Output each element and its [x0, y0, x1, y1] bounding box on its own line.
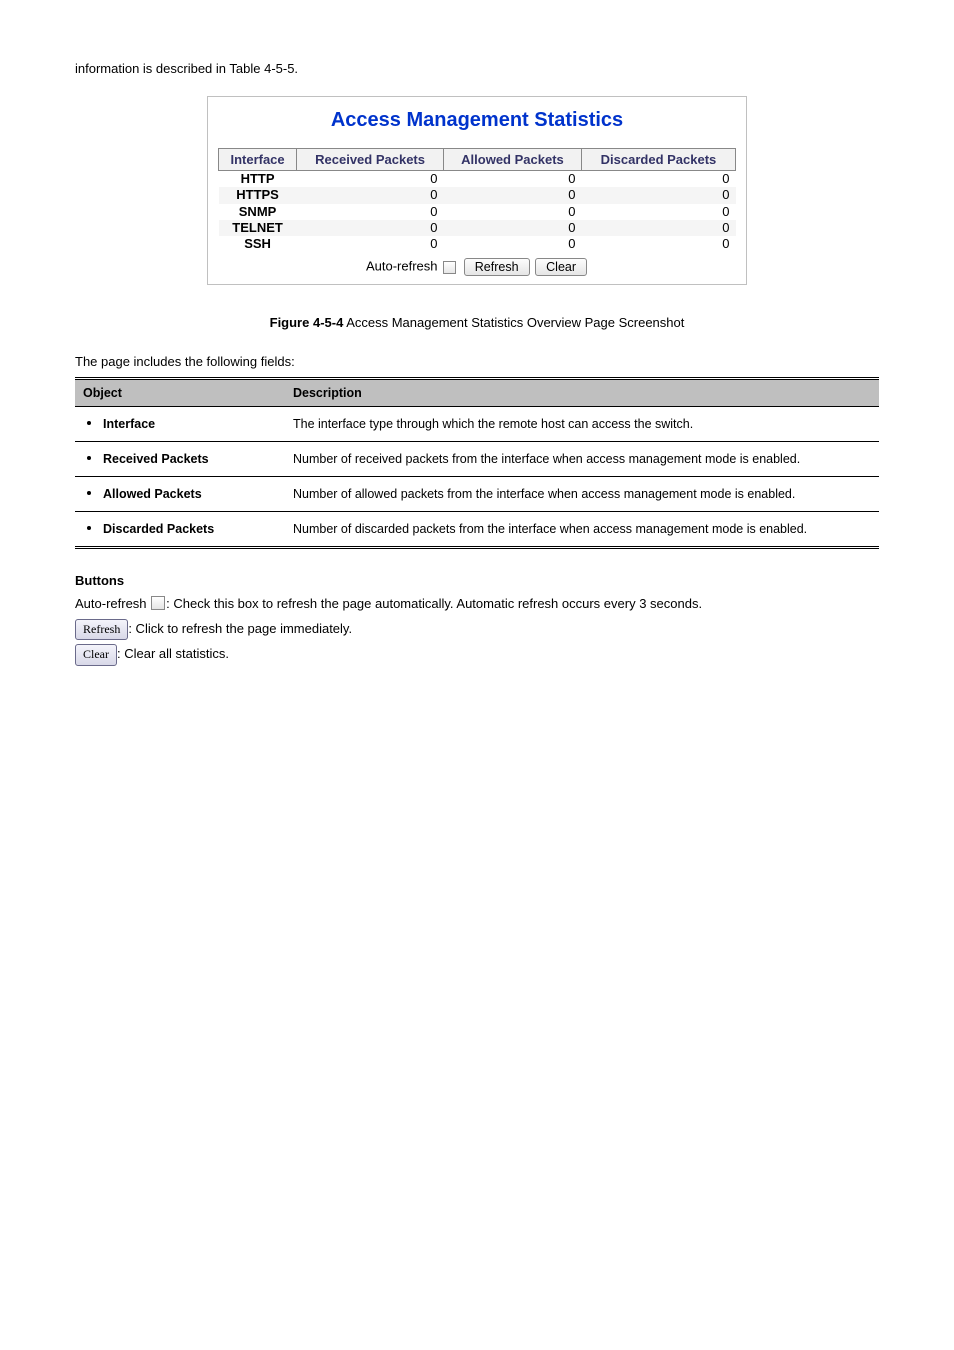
cell-received: 0 — [297, 220, 444, 236]
cell-discarded: 0 — [581, 204, 735, 220]
cell-discarded: 0 — [581, 171, 735, 188]
auto-refresh-desc: : Check this box to refresh the page aut… — [166, 596, 702, 611]
cell-received: 0 — [297, 204, 444, 220]
cell-interface: SNMP — [219, 204, 297, 220]
table-row: Allowed Packets Number of allowed packet… — [75, 477, 879, 512]
figure-controls: Auto-refresh Refresh Clear — [218, 258, 736, 276]
col-allowed: Allowed Packets — [444, 149, 582, 171]
clear-button-inline[interactable]: Clear — [75, 644, 117, 665]
table-row: SNMP 0 0 0 — [219, 204, 736, 220]
cell-interface: HTTP — [219, 171, 297, 188]
object-name: Received Packets — [103, 452, 209, 466]
table-row: TELNET 0 0 0 — [219, 220, 736, 236]
explain-intro: The page includes the following fields: — [75, 354, 879, 369]
cell-received: 0 — [297, 236, 444, 252]
auto-refresh-checkbox[interactable] — [443, 261, 456, 274]
cell-received: 0 — [297, 171, 444, 188]
statistics-table: Interface Received Packets Allowed Packe… — [218, 148, 736, 252]
cell-interface: HTTPS — [219, 187, 297, 203]
bullet-icon — [87, 491, 91, 495]
object-desc: Number of allowed packets from the inter… — [285, 477, 879, 512]
auto-refresh-checkbox-inline[interactable] — [151, 596, 165, 610]
buttons-heading: Buttons — [75, 573, 879, 588]
table-row: Received Packets Number of received pack… — [75, 442, 879, 477]
col-object: Object — [75, 379, 285, 407]
object-name: Discarded Packets — [103, 522, 214, 536]
table-row: HTTPS 0 0 0 — [219, 187, 736, 203]
refresh-button-inline[interactable]: Refresh — [75, 619, 128, 640]
col-discarded: Discarded Packets — [581, 149, 735, 171]
col-interface: Interface — [219, 149, 297, 171]
object-name: Allowed Packets — [103, 487, 202, 501]
buttons-section: Buttons Auto-refresh : Check this box to… — [75, 573, 879, 665]
cell-allowed: 0 — [444, 236, 582, 252]
bullet-icon — [87, 526, 91, 530]
table-row: SSH 0 0 0 — [219, 236, 736, 252]
auto-refresh-text: Auto-refresh — [75, 596, 150, 611]
object-desc: The interface type through which the rem… — [285, 407, 879, 442]
figure-caption-text: Access Management Statistics Overview Pa… — [343, 315, 684, 330]
refresh-button[interactable]: Refresh — [464, 258, 530, 276]
statistics-figure: Access Management Statistics Interface R… — [207, 96, 747, 285]
table-row: Interface The interface type through whi… — [75, 407, 879, 442]
col-description: Description — [285, 379, 879, 407]
figure-caption-number: Figure 4-5-4 — [270, 315, 344, 330]
clear-button[interactable]: Clear — [535, 258, 587, 276]
col-received: Received Packets — [297, 149, 444, 171]
cell-allowed: 0 — [444, 171, 582, 188]
cell-discarded: 0 — [581, 220, 735, 236]
intro-text: information is described in Table 4-5-5. — [75, 60, 879, 78]
cell-discarded: 0 — [581, 187, 735, 203]
figure-caption: Figure 4-5-4 Access Management Statistic… — [75, 315, 879, 330]
cell-allowed: 0 — [444, 220, 582, 236]
object-desc: Number of received packets from the inte… — [285, 442, 879, 477]
object-desc: Number of discarded packets from the int… — [285, 512, 879, 548]
bullet-icon — [87, 456, 91, 460]
cell-allowed: 0 — [444, 204, 582, 220]
cell-interface: SSH — [219, 236, 297, 252]
cell-interface: TELNET — [219, 220, 297, 236]
object-name: Interface — [103, 417, 155, 431]
bullet-icon — [87, 421, 91, 425]
refresh-desc: : Click to refresh the page immediately. — [128, 621, 352, 636]
cell-discarded: 0 — [581, 236, 735, 252]
cell-received: 0 — [297, 187, 444, 203]
cell-allowed: 0 — [444, 187, 582, 203]
auto-refresh-label: Auto-refresh — [366, 259, 438, 274]
clear-desc: : Clear all statistics. — [117, 646, 229, 661]
figure-title: Access Management Statistics — [218, 109, 736, 132]
table-row: HTTP 0 0 0 — [219, 171, 736, 188]
table-row: Discarded Packets Number of discarded pa… — [75, 512, 879, 548]
explain-table: Object Description Interface The interfa… — [75, 377, 879, 549]
